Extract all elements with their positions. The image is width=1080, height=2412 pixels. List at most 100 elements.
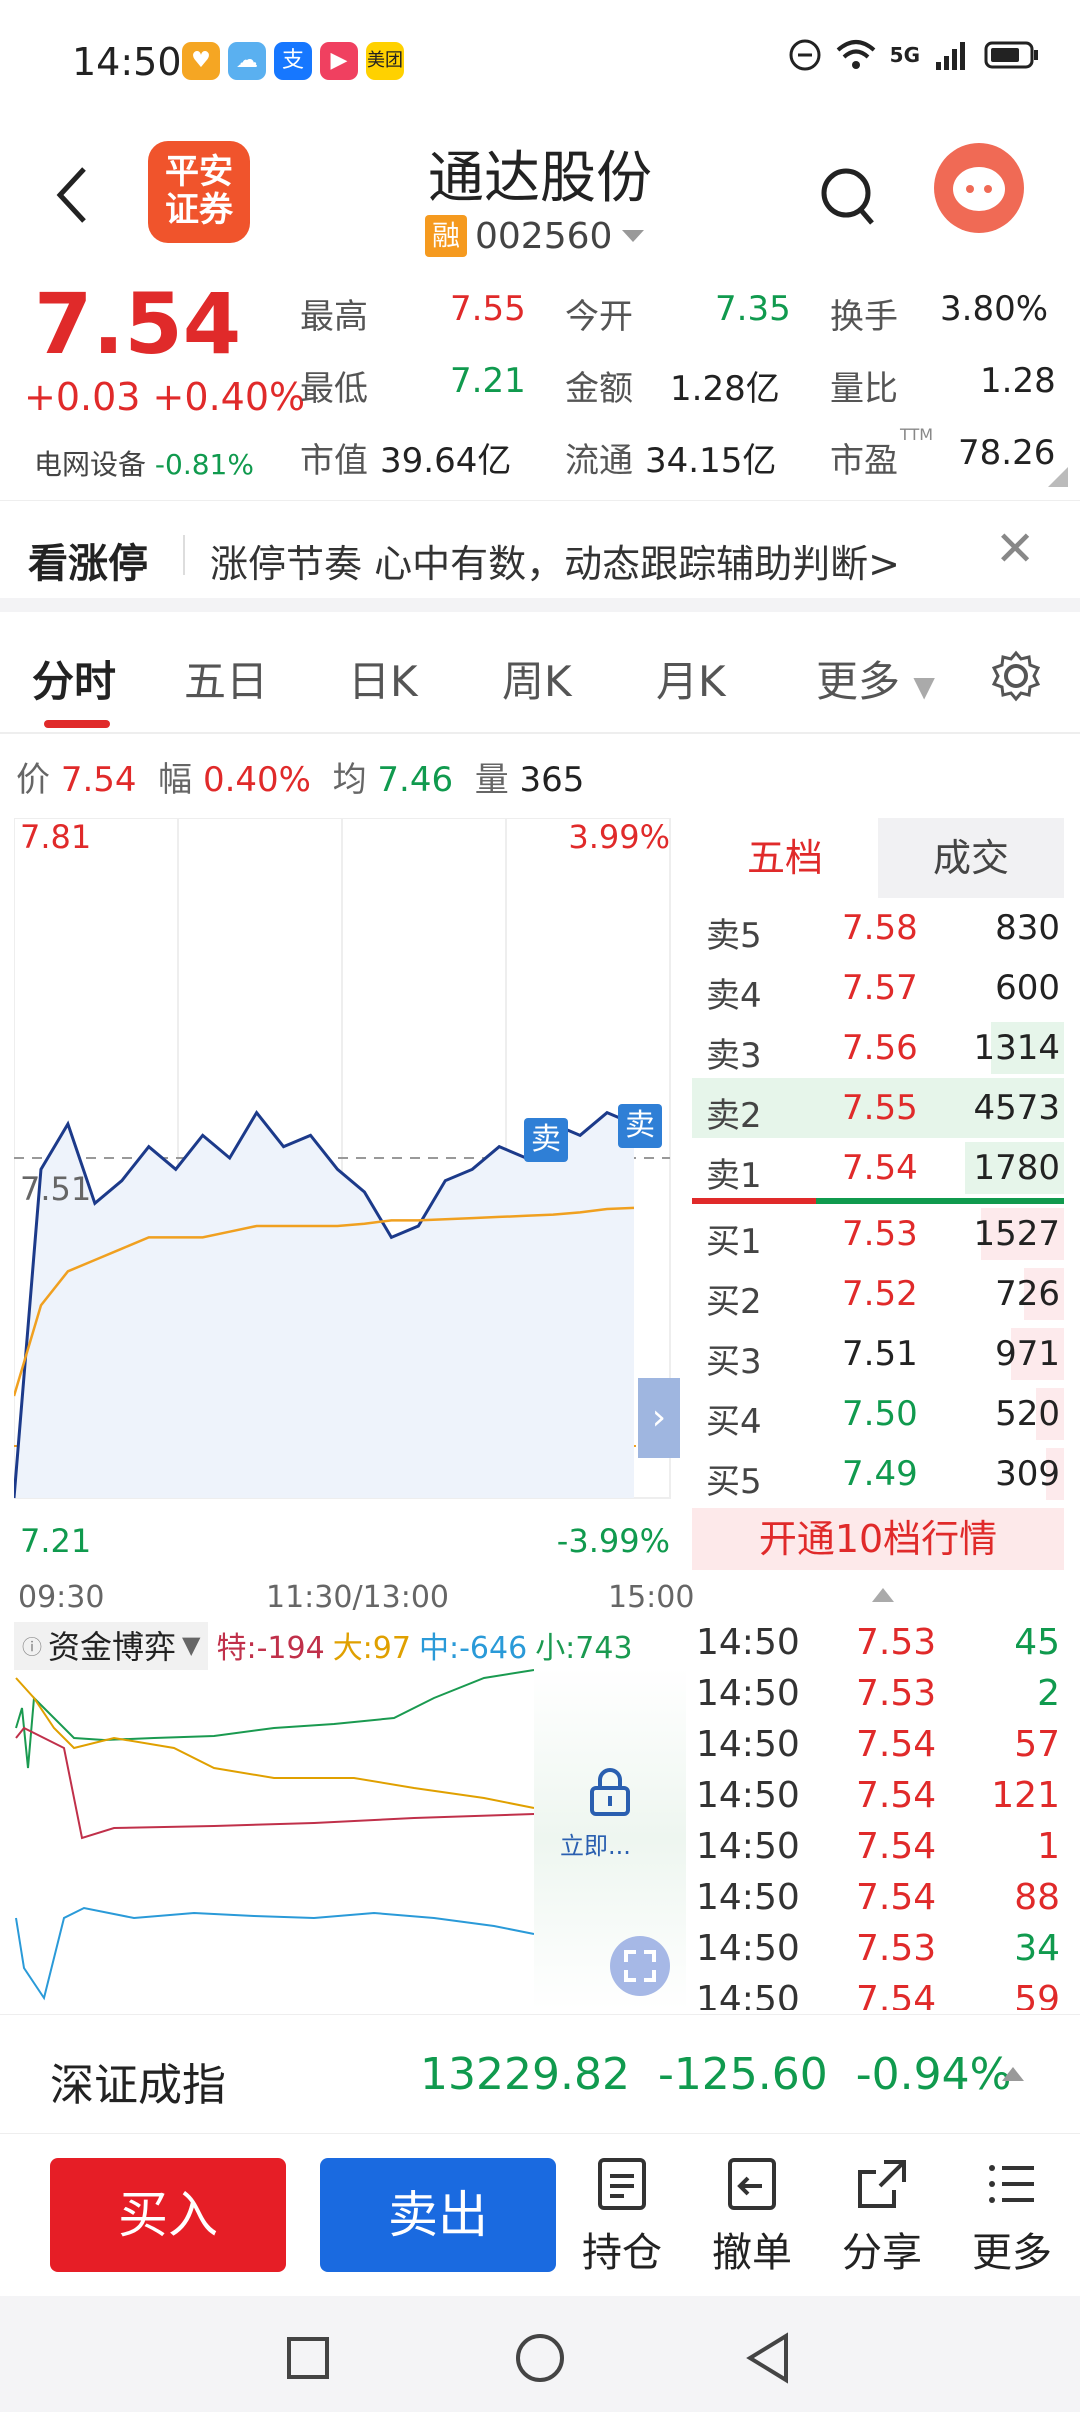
signal-icon — [936, 42, 965, 70]
crosshair-info: 价 7.54 幅 0.40% 均 7.46 量 365 — [16, 752, 584, 801]
sector-percent: -0.81% — [154, 448, 254, 481]
expand-corner-icon[interactable] — [1046, 465, 1070, 489]
ask-label: 卖2 — [706, 1096, 762, 1136]
ask-price: 7.54 — [842, 1148, 918, 1188]
stat-volume-ratio: 量比 1.28 — [830, 361, 1056, 410]
open-10-level-button[interactable]: 开通10档行情 — [692, 1508, 1064, 1570]
chevron-up-icon[interactable] — [870, 1586, 896, 1604]
stat-value: 78.26 — [958, 433, 1056, 473]
bid-label: 买2 — [706, 1282, 762, 1322]
ask-row[interactable]: 卖1 7.54 1780 — [692, 1138, 1064, 1198]
sell-button[interactable]: 卖出 — [320, 2158, 556, 2272]
home-icon[interactable] — [514, 2332, 566, 2384]
index-bar[interactable]: 深证成指 13229.82 -125.60 -0.94% — [0, 2014, 1080, 2134]
x-start-time: 09:30 — [18, 1580, 105, 1615]
gear-icon[interactable] — [990, 650, 1042, 702]
limit-up-banner[interactable]: 看涨停 涨停节奏 心中有数，动态跟踪辅助判断> ✕ — [0, 500, 1080, 612]
y-bottom-price: 7.21 — [20, 1522, 92, 1560]
assistant-avatar-icon[interactable] — [934, 143, 1024, 233]
tick-time: 14:50 — [696, 1928, 800, 1969]
tab-more[interactable]: 更多 ▼ — [816, 648, 935, 709]
tick-price: 7.53 — [856, 1673, 937, 1714]
ask-volume: 1314 — [973, 1028, 1060, 1068]
stat-label: 换手 — [830, 297, 898, 337]
stat-value: 1.28 — [980, 361, 1056, 401]
ask-volume: 600 — [995, 968, 1060, 1008]
ask-row[interactable]: 卖2 7.55 4573 — [692, 1078, 1064, 1138]
sector-name: 电网设备 — [34, 448, 147, 481]
more-button[interactable]: 更多 — [962, 2156, 1062, 2278]
cancel-order-button[interactable]: 撤单 — [702, 2156, 802, 2278]
fullscreen-icon[interactable] — [610, 1936, 670, 1996]
share-icon — [858, 2160, 906, 2208]
tick-volume: 57 — [1014, 1724, 1060, 1765]
ask-row[interactable]: 卖4 7.57 600 — [692, 958, 1064, 1018]
trade-actions: 买入 卖出 持仓 撤单 分享 更多 — [0, 2134, 1080, 2294]
tab-five-day[interactable]: 五日 — [184, 648, 268, 709]
holdings-button[interactable]: 持仓 — [572, 2156, 672, 2278]
document-icon — [598, 2158, 646, 2210]
recents-icon[interactable] — [286, 2336, 330, 2380]
locked-overlay[interactable]: 立即... — [534, 1668, 686, 2010]
ask-row[interactable]: 卖3 7.56 1314 — [692, 1018, 1064, 1078]
chevron-up-icon[interactable] — [1000, 2065, 1026, 2083]
chevron-down-icon: ▼ — [913, 670, 935, 703]
ask-price: 7.56 — [842, 1028, 918, 1068]
tab-weekly-k[interactable]: 周K — [502, 648, 572, 709]
tick-time: 14:50 — [696, 1775, 800, 1816]
info-avg-value: 7.46 — [377, 760, 454, 800]
tab-more-label: 更多 — [816, 657, 901, 706]
tab-five-level[interactable]: 五档 — [692, 818, 878, 898]
fund-flow-selector[interactable]: ⓘ 资金博弈 ▼ — [14, 1622, 209, 1670]
tick-volume: 2 — [1037, 1673, 1060, 1714]
tab-daily-k[interactable]: 日K — [348, 648, 418, 709]
active-tab-indicator — [44, 720, 110, 728]
tick-volume: 121 — [991, 1775, 1060, 1816]
bid-row[interactable]: 买1 7.53 1527 — [692, 1204, 1064, 1264]
status-time: 14:50 — [72, 40, 182, 84]
stat-open: 今开 7.35 — [565, 289, 791, 338]
fund-flow-title: 资金博弈 — [48, 1628, 177, 1666]
sector-info[interactable]: 电网设备 -0.81% — [34, 443, 254, 483]
stock-code-selector[interactable]: 融 002560 — [425, 215, 646, 257]
tab-intraday[interactable]: 分时 — [32, 648, 116, 709]
ask-price: 7.58 — [842, 908, 918, 948]
sell-marker[interactable]: 卖 — [524, 1118, 568, 1162]
notification-icons: ♥ ☁ 支 ▶ 美团 — [182, 42, 404, 80]
index-pct: -0.94% — [855, 2049, 1012, 2100]
bid-row[interactable]: 买4 7.50 520 — [692, 1384, 1064, 1444]
fund-da: 大:97 — [333, 1623, 411, 1667]
close-icon[interactable]: ✕ — [995, 521, 1035, 577]
margin-badge: 融 — [425, 215, 467, 257]
fund-flow-header: ⓘ 资金博弈 ▼ 特:-194 大:97 中:-646 小:743 — [14, 1622, 686, 1670]
buy-button[interactable]: 买入 — [50, 2158, 286, 2272]
sell-marker[interactable]: 卖 — [618, 1104, 662, 1148]
tick-row: 14:50 7.54 1 — [692, 1826, 1064, 1877]
stock-name: 通达股份 — [428, 146, 652, 211]
ask-volume: 4573 — [973, 1088, 1060, 1128]
stat-value: 7.55 — [450, 289, 526, 329]
tick-price: 7.54 — [856, 1979, 937, 2010]
bid-row[interactable]: 买2 7.52 726 — [692, 1264, 1064, 1324]
stat-label: 最高 — [300, 297, 368, 337]
network-label: 5G — [889, 43, 920, 67]
tab-trades[interactable]: 成交 — [878, 818, 1064, 898]
holdings-label: 持仓 — [582, 2230, 662, 2276]
bid-row[interactable]: 买3 7.51 971 — [692, 1324, 1064, 1384]
info-icon: ⓘ — [22, 1634, 42, 1659]
ask-row[interactable]: 卖5 7.58 830 — [692, 898, 1064, 958]
tab-monthly-k[interactable]: 月K — [656, 648, 726, 709]
stat-pe: 市盈 TTM 78.26 — [830, 425, 1055, 482]
search-icon[interactable] — [818, 165, 878, 235]
share-button[interactable]: 分享 — [832, 2156, 932, 2278]
info-vol-value: 365 — [519, 760, 585, 800]
tick-time: 14:50 — [696, 1979, 800, 2010]
stat-value: 3.80% — [940, 289, 1049, 329]
intraday-chart-svg — [12, 817, 686, 1570]
intraday-chart[interactable]: 7.81 3.99% 7.51 7.21 -3.99% 卖 卖 › — [12, 817, 686, 1570]
fund-te: 特:-194 — [216, 1623, 324, 1667]
bid-row[interactable]: 买5 7.49 309 — [692, 1444, 1064, 1504]
chevron-right-icon[interactable]: › — [638, 1378, 680, 1458]
back-nav-icon[interactable] — [744, 2332, 792, 2384]
fund-flow-panel: ⓘ 资金博弈 ▼ 特:-194 大:97 中:-646 小:743 立即... — [14, 1622, 686, 2010]
